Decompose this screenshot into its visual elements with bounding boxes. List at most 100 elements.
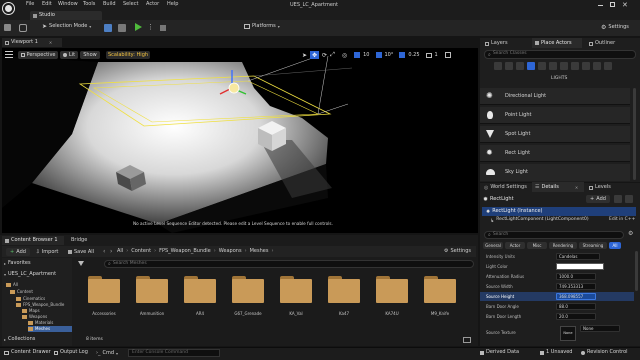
select-tool-icon[interactable]: ➤ [302, 52, 307, 59]
console-command-input[interactable]: Enter Console Command [128, 349, 220, 357]
breadcrumb-fps-weapon-bundle[interactable]: FPS_Weapon_Bundle [159, 248, 211, 254]
play-icon[interactable] [135, 23, 142, 31]
menu-actor[interactable]: Actor [146, 2, 167, 7]
menu-edit[interactable]: Edit [42, 2, 58, 7]
cinematics-icon[interactable] [118, 24, 126, 32]
play-options-icon[interactable]: ⋮ [147, 24, 154, 31]
revision-control-button[interactable]: Revision Control [581, 350, 628, 355]
source-width-field[interactable]: 749.353313 [556, 283, 596, 290]
basic-category-icon[interactable] [505, 62, 513, 70]
recent-category-icon[interactable] [494, 62, 502, 70]
show-button[interactable]: Show [80, 51, 100, 59]
translate-tool-icon[interactable]: ✥ [310, 51, 320, 59]
derived-data-button[interactable]: Derived Data [480, 350, 519, 355]
perspective-button[interactable]: Perspective [18, 51, 58, 59]
details-settings-icon[interactable]: ⚙ [628, 231, 633, 237]
asset-search-input[interactable]: ⌕ Search Meshes [104, 260, 474, 268]
all-classes-category-icon[interactable] [582, 62, 590, 70]
world-icon[interactable]: ◎ [342, 52, 347, 59]
maximize-icon[interactable] [610, 2, 615, 7]
project-header[interactable]: ▾ UES_LC_Apartment [4, 272, 56, 278]
cmd-dropdown[interactable]: ›_ Cmd ▾ [96, 350, 118, 356]
breadcrumb-all[interactable]: All [117, 248, 123, 254]
filter-streaming[interactable]: Streaming [579, 242, 607, 249]
modes-icon[interactable] [19, 24, 27, 32]
maximize-viewport-icon[interactable] [444, 52, 451, 58]
grid-snap-value[interactable]: 10 [363, 52, 369, 58]
stop-icon[interactable] [160, 25, 166, 31]
scalability-warning[interactable]: Scalability: High [106, 51, 150, 59]
nav-forward-icon[interactable]: › [110, 248, 112, 255]
tab-world-settings[interactable]: ◎ World Settings [481, 183, 531, 192]
nav-back-icon[interactable]: ‹ [103, 248, 105, 255]
visual-effects-category-icon[interactable] [549, 62, 557, 70]
grid-snap-icon[interactable] [354, 52, 361, 58]
tree-item-all[interactable]: All [6, 282, 18, 288]
breadcrumb-meshes[interactable]: Meshes [250, 248, 269, 254]
filter-rendering[interactable]: Rendering [549, 242, 577, 249]
blueprint-button-icon[interactable] [614, 195, 622, 203]
actor-item-spot-light[interactable]: Spot Light [480, 126, 630, 143]
geometry-category-icon[interactable] [560, 62, 568, 70]
details-dock-icon[interactable] [625, 195, 633, 203]
camera-speed-icon[interactable] [425, 52, 432, 58]
platforms-button[interactable]: Platforms ▾ [244, 24, 280, 29]
output-log-button[interactable]: Output Log [54, 350, 88, 355]
scale-tool-icon[interactable]: ⤢ [330, 51, 335, 59]
breadcrumb-weapons[interactable]: Weapons [219, 248, 242, 254]
favorites-header[interactable]: ▸ Favorites [4, 261, 31, 267]
menu-tools[interactable]: Tools [83, 2, 103, 7]
actor-name-field[interactable]: RectLight [490, 196, 514, 202]
scale-snap-icon[interactable] [399, 52, 406, 58]
barn-door-angle-field[interactable]: 88.0 [556, 303, 596, 310]
viewport-menu-icon[interactable] [5, 51, 13, 58]
tab-bridge[interactable]: Bridge [66, 236, 102, 245]
attenuation-radius-field[interactable]: 1000.0 [556, 273, 596, 280]
extra-category-icon[interactable] [593, 62, 601, 70]
place-actors-scrollbar[interactable] [633, 88, 636, 180]
tab-place-actors[interactable]: Place Actors [532, 38, 582, 48]
viewport-tab[interactable]: Viewport 1 ✕ [2, 38, 62, 47]
actor-item-point-light[interactable]: Point Light [480, 107, 630, 124]
volumes-category-icon[interactable] [571, 62, 579, 70]
filter-actor[interactable]: Actor [505, 242, 525, 249]
source-height-field[interactable]: 368.098557 [556, 293, 596, 300]
camera-speed-value[interactable]: 1 [435, 52, 438, 58]
tab-outliner[interactable]: Outliner [586, 39, 636, 48]
cinematic-category-icon[interactable] [538, 62, 546, 70]
import-button[interactable]: ⇩ Import [33, 248, 61, 256]
more-category-icon[interactable] [604, 62, 612, 70]
menu-select[interactable]: Select [123, 2, 146, 7]
instance-row[interactable]: ✹ RectLight (Instance) [482, 207, 636, 216]
filter-icon[interactable] [78, 261, 84, 266]
actor-item-rect-light[interactable]: ✹ Rect Light [480, 145, 630, 162]
close-icon[interactable]: ✕ [49, 40, 52, 45]
settings-button[interactable]: ⚙ Settings [601, 24, 629, 31]
content-drawer-button[interactable]: Content Drawer [4, 350, 51, 355]
source-texture-thumbnail[interactable]: None [560, 326, 576, 341]
tab-content-browser[interactable]: Content Browser 1 [2, 236, 64, 245]
selection-mode-button[interactable]: ➤ Selection Mode ▾ [42, 23, 91, 30]
unsaved-button[interactable]: 1 Unsaved [540, 350, 572, 355]
blueprint-icon[interactable] [104, 24, 112, 32]
save-all-button[interactable]: Save All [66, 248, 96, 256]
tab-layers[interactable]: Layers [482, 39, 530, 48]
folder-ka-val[interactable] [280, 276, 312, 303]
scale-snap-value[interactable]: 0.25 [408, 52, 419, 58]
save-icon[interactable] [4, 24, 11, 31]
breadcrumb-content[interactable]: Content [131, 248, 151, 254]
barn-door-length-field[interactable]: 20.0 [556, 313, 596, 320]
folder-ka47[interactable] [328, 276, 360, 303]
minimize-icon[interactable] [598, 5, 603, 6]
details-scrollbar[interactable] [635, 251, 638, 291]
tab-levels[interactable]: Levels [586, 183, 636, 192]
view-options-icon[interactable] [463, 337, 471, 343]
light-color-swatch[interactable] [556, 263, 604, 270]
lit-button[interactable]: Lit [60, 51, 78, 59]
menu-window[interactable]: Window [58, 2, 83, 7]
source-texture-select[interactable]: None [580, 325, 620, 332]
actor-item-directional-light[interactable]: ✺ Directional Light [480, 88, 630, 105]
folder-accessories[interactable] [88, 276, 120, 303]
menu-help[interactable]: Help [167, 2, 183, 7]
folder-g67-grenade[interactable] [232, 276, 264, 303]
